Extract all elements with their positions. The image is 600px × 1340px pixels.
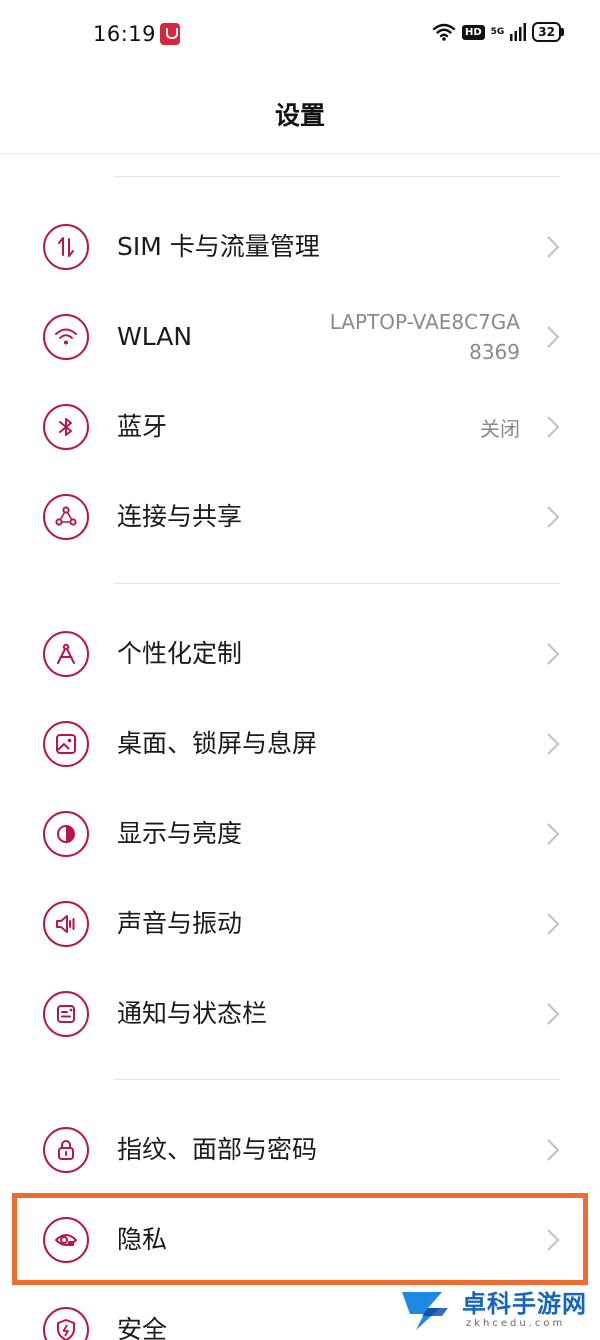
section-divider bbox=[114, 1079, 560, 1080]
settings-item-label: 蓝牙 bbox=[117, 412, 168, 441]
settings-item-label: 显示与亮度 bbox=[117, 819, 243, 848]
settings-item-label: 连接与共享 bbox=[117, 502, 243, 531]
settings-item-wlan[interactable]: WLAN LAPTOP-VAE8C7GA 8369 bbox=[0, 292, 600, 382]
settings-item-bluetooth[interactable]: 蓝牙 关闭 bbox=[0, 382, 600, 472]
sim-traffic-icon bbox=[43, 224, 89, 270]
settings-item-fingerprint[interactable]: 指纹、面部与密码 bbox=[0, 1105, 600, 1195]
settings-item-label: 个性化定制 bbox=[117, 639, 243, 668]
bluetooth-icon bbox=[43, 404, 89, 450]
settings-item-label: 桌面、锁屏与息屏 bbox=[117, 729, 318, 758]
chevron-right-icon bbox=[547, 326, 560, 348]
cell-signal-icon bbox=[510, 23, 527, 41]
status-time: 16:19 bbox=[93, 22, 157, 46]
settings-item-label: WLAN bbox=[117, 322, 193, 351]
chevron-right-icon bbox=[547, 913, 560, 935]
title-bar: 设置 bbox=[0, 70, 600, 154]
shopping-app-notification-icon bbox=[160, 23, 180, 45]
bluetooth-status: 关闭 bbox=[480, 416, 520, 441]
wlan-ssid-line1: LAPTOP-VAE8C7GA bbox=[329, 310, 520, 334]
status-bar: 16:19 HD 5G 32 bbox=[0, 0, 600, 70]
battery-icon: 32 bbox=[532, 22, 564, 42]
brightness-icon bbox=[43, 811, 89, 857]
chevron-right-icon bbox=[547, 416, 560, 438]
chevron-right-icon bbox=[547, 733, 560, 755]
settings-item-personalization[interactable]: 个性化定制 bbox=[0, 609, 600, 699]
battery-level: 32 bbox=[532, 22, 561, 42]
wlan-ssid-line2: 8369 bbox=[469, 340, 520, 364]
hd-badge: HD bbox=[461, 24, 485, 40]
settings-item-label: SIM 卡与流量管理 bbox=[117, 232, 320, 261]
chevron-right-icon bbox=[547, 1139, 560, 1161]
chevron-right-icon bbox=[547, 643, 560, 665]
settings-item-wallpaper[interactable]: 桌面、锁屏与息屏 bbox=[0, 699, 600, 789]
notification-icon bbox=[43, 991, 89, 1037]
wlan-network-name: LAPTOP-VAE8C7GA 8369 bbox=[330, 292, 520, 382]
settings-item-sim[interactable]: SIM 卡与流量管理 bbox=[0, 202, 600, 292]
lock-icon bbox=[43, 1127, 89, 1173]
settings-item-label: 指纹、面部与密码 bbox=[117, 1135, 318, 1164]
chevron-right-icon bbox=[547, 1003, 560, 1025]
status-indicators: HD 5G 32 bbox=[432, 22, 564, 42]
chevron-right-icon bbox=[547, 823, 560, 845]
chevron-right-icon bbox=[547, 236, 560, 258]
network-type: 5G bbox=[490, 26, 505, 37]
personalization-icon bbox=[43, 631, 89, 677]
wallpaper-icon bbox=[43, 721, 89, 767]
wifi-signal-icon bbox=[432, 23, 456, 41]
wifi-icon bbox=[43, 314, 89, 360]
watermark-text: 卓科手游网 bbox=[462, 1290, 587, 1318]
security-shield-icon bbox=[43, 1307, 89, 1340]
connection-share-icon bbox=[43, 494, 89, 540]
section-divider bbox=[114, 176, 560, 177]
settings-item-label: 声音与振动 bbox=[117, 909, 243, 938]
sound-icon bbox=[43, 901, 89, 947]
privacy-highlight-box bbox=[12, 1193, 588, 1285]
settings-item-notification[interactable]: 通知与状态栏 bbox=[0, 969, 600, 1059]
settings-item-connection[interactable]: 连接与共享 bbox=[0, 472, 600, 562]
settings-item-sound[interactable]: 声音与振动 bbox=[0, 879, 600, 969]
settings-item-display[interactable]: 显示与亮度 bbox=[0, 789, 600, 879]
section-divider bbox=[114, 583, 560, 584]
chevron-right-icon bbox=[547, 506, 560, 528]
settings-item-label: 安全 bbox=[117, 1315, 168, 1340]
watermark-logo-icon bbox=[402, 1292, 448, 1330]
settings-item-label: 通知与状态栏 bbox=[117, 999, 268, 1028]
watermark-subtext: zkhcedu.com bbox=[466, 1318, 566, 1329]
page-title: 设置 bbox=[274, 101, 325, 130]
watermark: 卓科手游网 zkhcedu.com bbox=[392, 1280, 600, 1340]
